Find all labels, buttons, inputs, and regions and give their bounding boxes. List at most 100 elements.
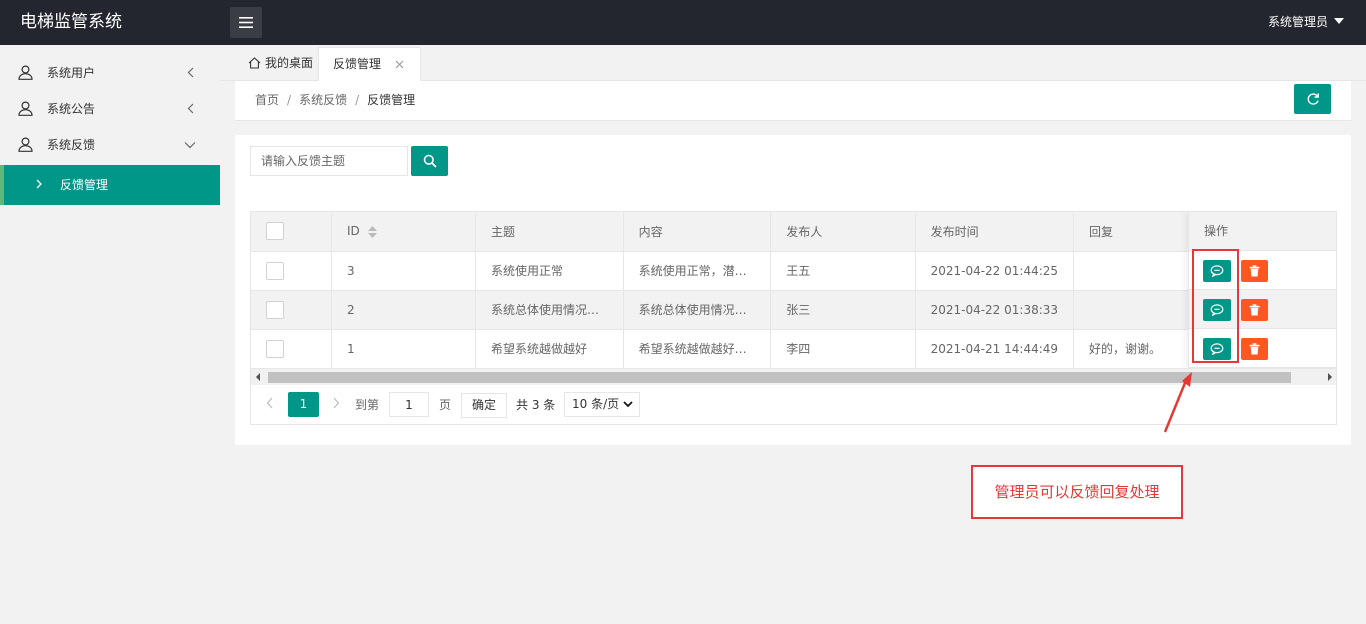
header-author: 发布人 (770, 212, 916, 252)
chevron-down-icon (623, 401, 633, 408)
total-count: 共 3 条 (516, 398, 556, 412)
delete-button[interactable] (1241, 338, 1268, 360)
cell-author: 王五 (770, 251, 916, 291)
sidebar-item-feedback[interactable]: 系统反馈 (0, 127, 220, 163)
user-icon (18, 101, 33, 116)
table-header-row: ID 主题 内容 发布人 发布时间 回复 (251, 212, 1336, 252)
caret-down-icon (1334, 18, 1344, 24)
chevron-left-icon (187, 103, 194, 114)
row-select (251, 251, 332, 291)
scrollbar-thumb[interactable] (268, 372, 1291, 383)
user-name: 系统管理员 (1267, 15, 1328, 29)
chevron-left-icon (266, 397, 273, 409)
cell-author: 李四 (770, 329, 916, 369)
refresh-button[interactable] (1294, 84, 1331, 114)
delete-button[interactable] (1241, 260, 1268, 282)
sidebar-item-label: 系统反馈 (47, 138, 96, 152)
page-button-current[interactable]: 1 (288, 392, 319, 417)
breadcrumb-feedback[interactable]: 系统反馈 (299, 93, 347, 107)
sidebar-item-notices[interactable]: 系统公告 (0, 91, 220, 127)
cell-subject: 希望系统越做越好 (475, 329, 624, 369)
cell-subject: 系统使用正常 (475, 251, 624, 291)
search-button[interactable] (411, 146, 448, 176)
breadcrumb-bar: 首页 / 系统反馈 / 反馈管理 (235, 81, 1351, 121)
header-reply: 回复 (1073, 212, 1192, 252)
tab-desktop[interactable]: 我的桌面 (234, 47, 327, 81)
chevron-left-icon (187, 67, 194, 78)
chevron-right-icon (36, 179, 42, 189)
cell-id: 3 (331, 251, 477, 291)
table-row: 2 系统总体使用情况… 系统总体使用情况… 张三 2021-04-22 01:3… (251, 290, 1336, 330)
breadcrumb-home[interactable]: 首页 (255, 93, 279, 107)
cell-reply (1073, 290, 1192, 330)
tab-bar: 我的桌面 反馈管理 (220, 45, 1366, 81)
cell-content: 希望系统越做越好… (623, 329, 772, 369)
delete-button[interactable] (1241, 299, 1268, 321)
cell-subject: 系统总体使用情况… (475, 290, 624, 330)
menu-toggle-button[interactable] (230, 7, 262, 38)
search-icon (423, 154, 437, 168)
annotation-note: 管理员可以反馈回复处理 (971, 465, 1183, 519)
cell-time: 2021-04-21 14:44:49 (915, 329, 1075, 369)
scroll-left-icon[interactable] (256, 373, 260, 381)
sidebar-subitem-label: 反馈管理 (60, 178, 109, 192)
goto-confirm-button[interactable]: 确定 (461, 393, 507, 418)
row-checkbox[interactable] (266, 300, 284, 319)
sort-icon (367, 225, 377, 238)
annotation-highlight-box (1192, 249, 1239, 363)
page-label: 页 (439, 398, 452, 412)
header-id[interactable]: ID (331, 212, 477, 252)
table-row: 1 希望系统越做越好 希望系统越做越好… 李四 2021-04-21 14:44… (251, 329, 1336, 369)
header-ops: 操作 (1189, 212, 1336, 251)
data-table: ID 主题 内容 发布人 发布时间 回复 3 系统使用正常 系统使用正常，潜… … (251, 212, 1336, 369)
breadcrumb-current: 反馈管理 (367, 93, 416, 107)
cell-author: 张三 (770, 290, 916, 330)
cell-time: 2021-04-22 01:38:33 (915, 290, 1075, 330)
close-icon (395, 60, 404, 69)
breadcrumb-separator: / (287, 93, 292, 107)
header-content: 内容 (623, 212, 772, 252)
user-icon (18, 65, 33, 80)
table-row: 3 系统使用正常 系统使用正常，潜… 王五 2021-04-22 01:44:2… (251, 251, 1336, 291)
scroll-right-icon[interactable] (1328, 373, 1332, 381)
tab-feedback-manage[interactable]: 反馈管理 (318, 47, 421, 81)
refresh-icon (1307, 93, 1319, 105)
goto-label: 到第 (355, 398, 380, 412)
cell-reply (1073, 251, 1192, 291)
row-checkbox[interactable] (266, 261, 284, 280)
top-header: 电梯监管系统 系统管理员 (0, 0, 1366, 45)
header-label: ID (346, 224, 360, 239)
cell-content: 系统使用正常，潜… (623, 251, 772, 291)
cell-time: 2021-04-22 01:44:25 (915, 251, 1075, 291)
user-icon (18, 137, 33, 152)
annotation-arrow (1163, 372, 1192, 433)
row-checkbox[interactable] (266, 339, 284, 358)
page-size-value: 10 条/页 (572, 397, 620, 411)
sidebar-item-label: 系统用户 (47, 66, 96, 80)
cell-id: 2 (331, 290, 477, 330)
chevron-right-icon (333, 397, 340, 409)
hamburger-icon (239, 17, 253, 28)
header-time: 发布时间 (915, 212, 1075, 252)
user-menu[interactable]: 系统管理员 (1268, 0, 1344, 45)
sidebar-item-label: 系统公告 (47, 102, 96, 116)
chevron-down-icon (184, 142, 196, 149)
sidebar-item-users[interactable]: 系统用户 (0, 55, 220, 91)
cell-content: 系统总体使用情况… (623, 290, 772, 330)
page-size-select[interactable]: 10 条/页 (564, 392, 640, 417)
tab-label: 反馈管理 (333, 57, 382, 71)
goto-page-input[interactable] (389, 392, 429, 417)
trash-icon (1249, 304, 1260, 316)
sidebar-subitem-feedback-manage[interactable]: 反馈管理 (0, 165, 220, 205)
breadcrumb-separator: / (355, 93, 360, 107)
row-select (251, 290, 332, 330)
select-all-checkbox[interactable] (266, 222, 284, 241)
app-title: 电梯监管系统 (20, 12, 122, 32)
search-input[interactable] (250, 146, 408, 176)
sidebar: 系统用户 系统公告 系统反馈 反馈管理 (0, 45, 220, 624)
breadcrumb: 首页 / 系统反馈 / 反馈管理 (255, 81, 415, 119)
row-select (251, 329, 332, 369)
cell-reply: 好的，谢谢。 (1073, 329, 1192, 369)
trash-icon (1249, 343, 1260, 355)
trash-icon (1249, 265, 1260, 277)
